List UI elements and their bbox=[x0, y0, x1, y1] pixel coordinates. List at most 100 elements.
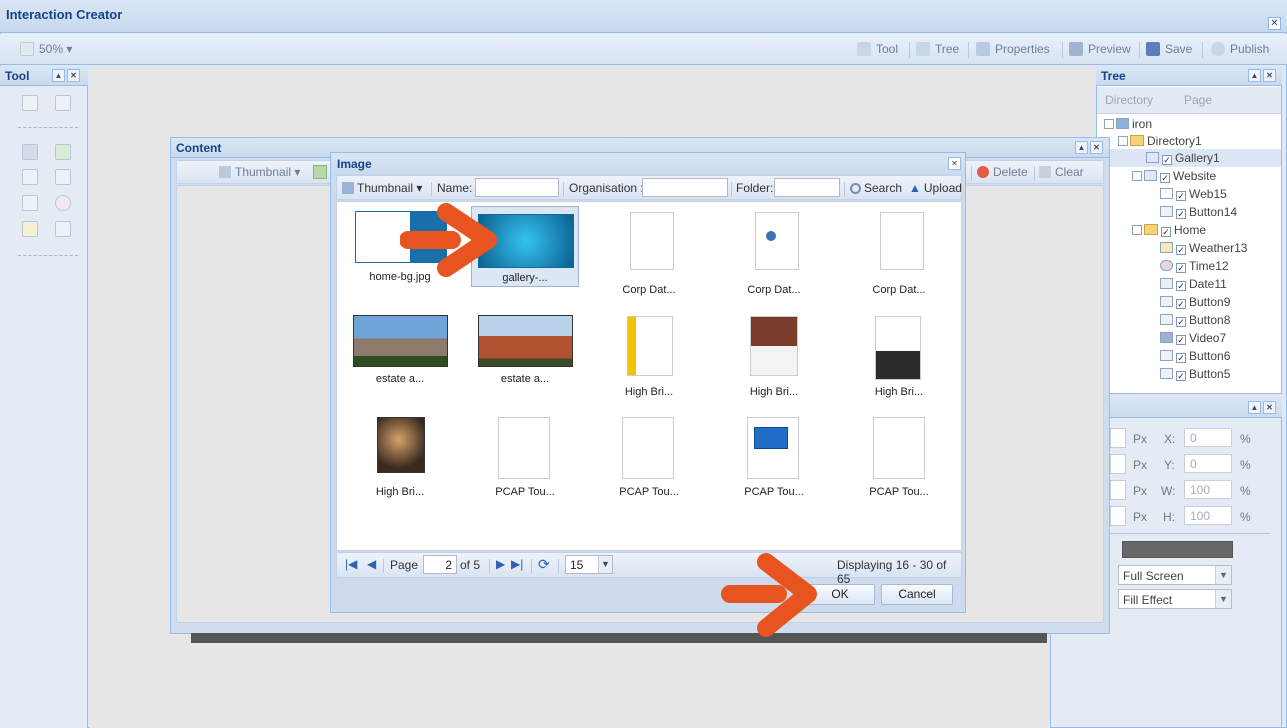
page-button[interactable]: Page bbox=[1184, 93, 1212, 107]
tool-button[interactable]: Tool bbox=[857, 42, 898, 56]
image-item[interactable]: PCAP Tou... bbox=[466, 411, 584, 503]
checkbox[interactable]: ✓ bbox=[1176, 335, 1186, 345]
tree-node-time12[interactable]: ✓ Time12 bbox=[1160, 259, 1229, 273]
tree-node-video7[interactable]: ✓ Video7 bbox=[1160, 331, 1226, 345]
thumbnail-button[interactable]: Thumbnail ▾ bbox=[342, 181, 422, 195]
folder-input[interactable] bbox=[774, 178, 840, 197]
image-item[interactable]: Corp Dat... bbox=[840, 206, 958, 298]
checkbox[interactable]: ✓ bbox=[1176, 281, 1186, 291]
image-item[interactable]: High Bri... bbox=[590, 310, 708, 402]
checkbox[interactable]: ✓ bbox=[1162, 155, 1172, 165]
chevron-down-icon[interactable]: ▼ bbox=[1215, 566, 1231, 584]
last-page-button[interactable]: ▶| bbox=[511, 557, 523, 571]
checkbox[interactable]: ✓ bbox=[1176, 317, 1186, 327]
publish-button[interactable]: Publish bbox=[1211, 42, 1269, 56]
checkbox[interactable]: ✓ bbox=[1176, 371, 1186, 381]
first-page-button[interactable]: |◀ bbox=[345, 557, 357, 571]
thumbnail-button[interactable]: Thumbnail ▾ bbox=[219, 165, 300, 179]
tree-node-button5[interactable]: ✓ Button5 bbox=[1160, 367, 1230, 381]
cancel-button[interactable]: Cancel bbox=[881, 584, 953, 605]
close-icon[interactable]: ✕ bbox=[948, 157, 961, 170]
checkbox[interactable]: ✓ bbox=[1176, 263, 1186, 273]
tree-node-date11[interactable]: ✓ Date11 bbox=[1160, 277, 1227, 291]
tree-node-button6[interactable]: ✓ Button6 bbox=[1160, 349, 1230, 363]
chevron-down-icon[interactable]: ▼ bbox=[1215, 590, 1231, 608]
collapse-icon[interactable]: ▲ bbox=[1075, 141, 1088, 154]
y-input[interactable]: 0 bbox=[1190, 457, 1197, 471]
tree-node-home[interactable]: ✓ Home bbox=[1132, 223, 1206, 237]
image-item[interactable]: PCAP Tou... bbox=[715, 411, 833, 503]
collapse-icon[interactable]: ▲ bbox=[1248, 69, 1261, 82]
tree-node-button14[interactable]: ✓ Button14 bbox=[1160, 205, 1237, 219]
image-item[interactable]: High Bri... bbox=[341, 411, 459, 503]
checkbox[interactable]: ✓ bbox=[1161, 227, 1171, 237]
effect-select[interactable]: Fill Effect bbox=[1123, 593, 1172, 607]
name-input[interactable] bbox=[475, 178, 559, 197]
video-tool-icon[interactable] bbox=[22, 144, 38, 160]
tree-node-directory1[interactable]: Directory1 bbox=[1118, 134, 1202, 148]
document-tool-icon[interactable] bbox=[55, 221, 71, 237]
delete-button[interactable]: Delete bbox=[977, 165, 1028, 179]
clock-tool-icon[interactable] bbox=[55, 195, 71, 211]
image-tool-icon[interactable] bbox=[55, 144, 71, 160]
close-icon[interactable]: ✕ bbox=[67, 69, 80, 82]
date-tool-icon[interactable] bbox=[22, 195, 38, 211]
directory-button[interactable]: Directory bbox=[1105, 93, 1153, 107]
image-item[interactable]: PCAP Tou... bbox=[590, 411, 708, 503]
preview-button[interactable]: Preview bbox=[1069, 42, 1131, 56]
tree-node-button9[interactable]: ✓ Button9 bbox=[1160, 295, 1230, 309]
checkbox[interactable]: ✓ bbox=[1176, 245, 1186, 255]
save-button[interactable]: Save bbox=[1146, 42, 1192, 56]
close-icon[interactable]: ✕ bbox=[1263, 401, 1276, 414]
add-icon[interactable] bbox=[313, 165, 327, 179]
image-item[interactable]: PCAP Tou... bbox=[840, 411, 958, 503]
top-field[interactable] bbox=[1110, 454, 1126, 474]
close-icon[interactable]: ✕ bbox=[1263, 69, 1276, 82]
properties-button[interactable]: Properties bbox=[976, 42, 1050, 56]
tree-button[interactable]: Tree bbox=[916, 42, 959, 56]
page-input[interactable]: 2 bbox=[445, 558, 452, 572]
left-field[interactable] bbox=[1110, 428, 1126, 448]
image-item[interactable]: estate a... bbox=[341, 310, 459, 402]
chevron-down-icon[interactable]: ▼ bbox=[598, 556, 612, 573]
clear-button[interactable]: Clear bbox=[1039, 165, 1084, 179]
checkbox[interactable]: ✓ bbox=[1176, 353, 1186, 363]
tree-node-weather13[interactable]: ✓ Weather13 bbox=[1160, 241, 1247, 255]
x-input[interactable]: 0 bbox=[1190, 431, 1197, 445]
close-icon[interactable]: ✕ bbox=[1268, 17, 1281, 30]
image-item[interactable]: Corp Dat... bbox=[715, 206, 833, 298]
w-input[interactable]: 100 bbox=[1190, 483, 1210, 497]
image-item[interactable]: High Bri... bbox=[715, 310, 833, 402]
select-tool-icon[interactable] bbox=[22, 95, 38, 111]
page-size-select[interactable]: 15 ▼ bbox=[565, 555, 613, 574]
next-page-button[interactable]: ▶ bbox=[496, 557, 505, 571]
refresh-icon[interactable]: ⟳ bbox=[538, 556, 550, 573]
font-tool-icon[interactable] bbox=[55, 169, 71, 185]
image-item[interactable]: Corp Dat... bbox=[590, 206, 708, 298]
upload-button[interactable]: ▲ Upload bbox=[909, 181, 962, 195]
image-item[interactable]: estate a... bbox=[466, 310, 584, 402]
checkbox[interactable]: ✓ bbox=[1176, 299, 1186, 309]
image-item[interactable]: High Bri... bbox=[840, 310, 958, 402]
tree-node-iron[interactable]: iron bbox=[1104, 117, 1152, 131]
close-icon[interactable]: ✕ bbox=[1090, 141, 1103, 154]
checkbox[interactable]: ✓ bbox=[1160, 173, 1170, 183]
search-button[interactable]: Search bbox=[850, 181, 902, 195]
prev-page-button[interactable]: ◀ bbox=[367, 557, 376, 571]
tree-node-web15[interactable]: ✓ Web15 bbox=[1160, 187, 1227, 201]
tree-node-button8[interactable]: ✓ Button8 bbox=[1160, 313, 1230, 327]
checkbox[interactable]: ✓ bbox=[1176, 209, 1186, 219]
frame-tool-icon[interactable] bbox=[55, 95, 71, 111]
weather-tool-icon[interactable] bbox=[22, 221, 38, 237]
h-input[interactable]: 100 bbox=[1190, 509, 1210, 523]
collapse-icon[interactable]: ▲ bbox=[1248, 401, 1261, 414]
zoom-select[interactable]: 50% ▾ bbox=[20, 42, 72, 56]
organisation-input[interactable] bbox=[642, 178, 728, 197]
screen-mode-select[interactable]: Full Screen bbox=[1123, 569, 1184, 583]
collapse-icon[interactable]: ▲ bbox=[52, 69, 65, 82]
width-px-field[interactable] bbox=[1110, 480, 1126, 500]
tree-node-website[interactable]: ✓ Website bbox=[1132, 169, 1216, 183]
text-tool-icon[interactable] bbox=[22, 169, 38, 185]
tree-node-gallery1[interactable]: ✓ Gallery1 bbox=[1146, 151, 1220, 165]
color-swatch[interactable] bbox=[1122, 541, 1233, 558]
